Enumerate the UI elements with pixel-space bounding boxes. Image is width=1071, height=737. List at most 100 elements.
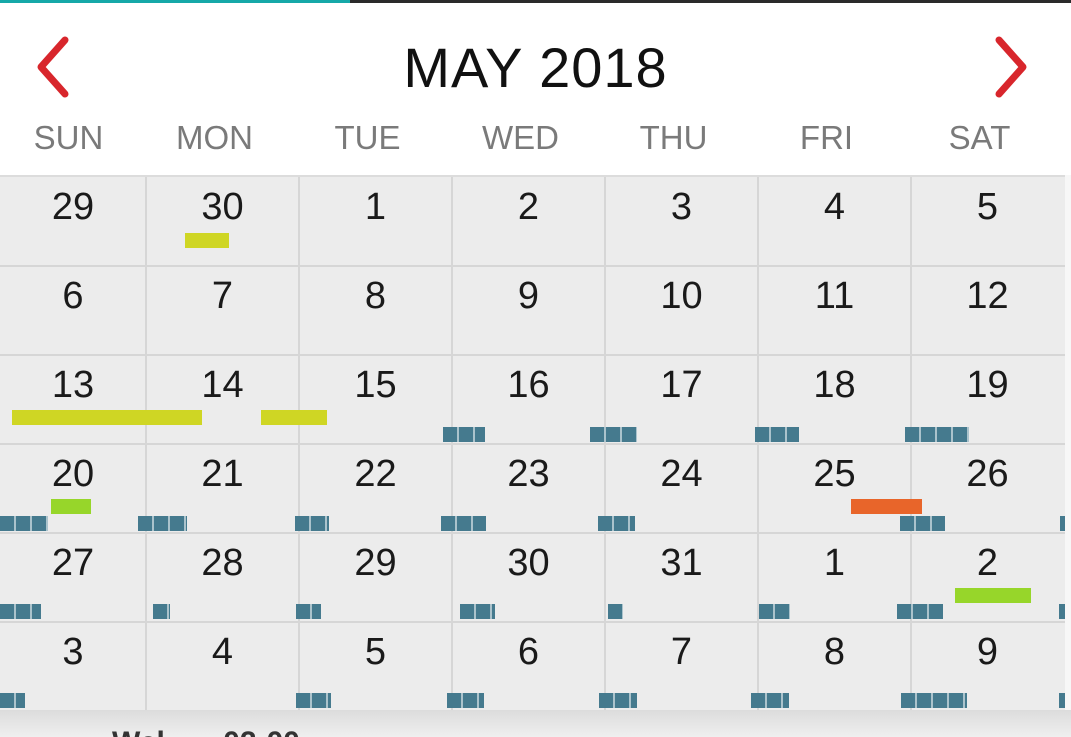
event-bar[interactable] xyxy=(0,604,41,619)
day-number: 12 xyxy=(966,275,1009,317)
day-cell[interactable]: 3 xyxy=(605,177,758,266)
weekday-tue: TUE xyxy=(334,119,401,156)
event-bar[interactable] xyxy=(590,427,637,442)
day-cell[interactable]: 31 xyxy=(605,533,758,622)
grid-row-divider xyxy=(0,265,1065,267)
day-cell[interactable]: 29 xyxy=(0,177,146,266)
day-cell[interactable]: 14 xyxy=(146,355,299,444)
day-number: 14 xyxy=(201,364,244,406)
event-bar[interactable] xyxy=(51,499,91,514)
day-cell[interactable]: 10 xyxy=(605,266,758,355)
event-bar[interactable] xyxy=(955,588,1031,603)
chevron-right-icon xyxy=(995,36,1027,98)
day-number: 24 xyxy=(660,453,703,495)
grid-row-divider xyxy=(0,532,1065,534)
day-cell[interactable]: 1 xyxy=(299,177,452,266)
event-bar[interactable] xyxy=(901,693,967,708)
weekday-sun: SUN xyxy=(33,119,104,156)
day-number: 26 xyxy=(966,453,1009,495)
month-grid: 29 30 1 2 3 4 5 6 7 8 9 10 11 12 13 14 15 16 17 18 19 20 21 22 2… xyxy=(0,175,1065,712)
event-bar[interactable] xyxy=(900,516,945,531)
day-number: 1 xyxy=(823,542,846,584)
day-cell[interactable]: 5 xyxy=(911,177,1064,266)
event-bar[interactable] xyxy=(447,693,484,708)
day-cell[interactable]: 11 xyxy=(758,266,911,355)
event-bar[interactable] xyxy=(0,516,48,531)
event-bar[interactable] xyxy=(153,604,170,619)
day-number: 11 xyxy=(814,275,855,317)
day-cell[interactable]: 6 xyxy=(0,266,146,355)
day-number: 17 xyxy=(660,364,703,406)
event-bar[interactable] xyxy=(905,427,969,442)
day-number: 8 xyxy=(364,275,387,317)
day-number: 15 xyxy=(354,364,397,406)
day-number: 4 xyxy=(823,186,846,228)
agenda-peek-text: Wel... ...02:00 xyxy=(112,726,300,737)
day-number: 25 xyxy=(813,453,856,495)
event-bar[interactable] xyxy=(296,693,331,708)
day-cell[interactable]: 9 xyxy=(452,266,605,355)
day-cell[interactable]: 4 xyxy=(758,177,911,266)
day-number: 27 xyxy=(51,542,95,584)
weekday-sat: SAT xyxy=(948,119,1011,156)
day-number: 2 xyxy=(517,186,540,228)
day-cell[interactable]: 15 xyxy=(299,355,452,444)
day-cell[interactable]: 2 xyxy=(452,177,605,266)
event-bar[interactable] xyxy=(598,516,635,531)
day-number: 20 xyxy=(51,453,95,495)
day-number: 2 xyxy=(976,542,999,584)
day-number: 7 xyxy=(211,275,234,317)
day-number: 19 xyxy=(966,364,1009,406)
day-cell[interactable]: 29 xyxy=(299,533,452,622)
event-bar[interactable] xyxy=(261,410,327,425)
day-cell[interactable]: 25 xyxy=(758,444,911,533)
day-number: 9 xyxy=(517,275,540,317)
event-bar[interactable] xyxy=(751,693,789,708)
day-cell[interactable]: 8 xyxy=(299,266,452,355)
event-bar[interactable] xyxy=(0,693,25,708)
calendar-header: MAY 2018 SUN MON TUE WED THU FRI SAT xyxy=(0,3,1071,175)
day-number: 3 xyxy=(670,186,693,228)
event-bar[interactable] xyxy=(295,516,329,531)
day-number: 23 xyxy=(507,453,550,495)
event-bar[interactable] xyxy=(755,427,799,442)
day-number: 6 xyxy=(517,631,540,673)
event-bar[interactable] xyxy=(897,604,943,619)
grid-row-divider xyxy=(0,354,1065,356)
day-number: 21 xyxy=(201,453,244,495)
event-bar[interactable] xyxy=(608,604,623,619)
weekday-fri: FRI xyxy=(799,119,854,156)
agenda-peek[interactable]: Wel... ...02:00 xyxy=(0,710,1071,737)
event-bar[interactable] xyxy=(138,516,187,531)
day-cell[interactable]: 13 xyxy=(0,355,146,444)
day-number: 13 xyxy=(51,364,95,406)
event-bar[interactable] xyxy=(443,427,485,442)
day-number: 9 xyxy=(976,631,999,673)
grid-row-divider xyxy=(0,443,1065,445)
event-bar[interactable] xyxy=(460,604,495,619)
day-number: 10 xyxy=(660,275,703,317)
day-cell[interactable]: 7 xyxy=(146,266,299,355)
event-bar[interactable] xyxy=(599,693,637,708)
event-bar[interactable] xyxy=(296,604,321,619)
day-number: 6 xyxy=(62,275,84,317)
day-number: 7 xyxy=(670,631,693,673)
weekday-wed: WED xyxy=(482,119,559,156)
day-number: 29 xyxy=(51,186,95,228)
event-bar[interactable] xyxy=(441,516,486,531)
grid-edge xyxy=(1065,175,1071,710)
grid-row-divider xyxy=(0,621,1065,623)
day-number: 30 xyxy=(507,542,550,584)
event-bar[interactable] xyxy=(185,233,229,248)
day-number: 4 xyxy=(211,631,234,673)
day-number: 5 xyxy=(364,631,387,673)
day-cell[interactable]: 4 xyxy=(146,622,299,711)
next-month-button[interactable] xyxy=(986,31,1036,103)
day-cell[interactable]: 12 xyxy=(911,266,1064,355)
event-bar[interactable] xyxy=(12,410,202,425)
day-number: 8 xyxy=(823,631,846,673)
day-number: 31 xyxy=(660,542,703,584)
event-bar[interactable] xyxy=(851,499,922,514)
day-cell[interactable]: 30 xyxy=(146,177,299,266)
event-bar[interactable] xyxy=(759,604,790,619)
